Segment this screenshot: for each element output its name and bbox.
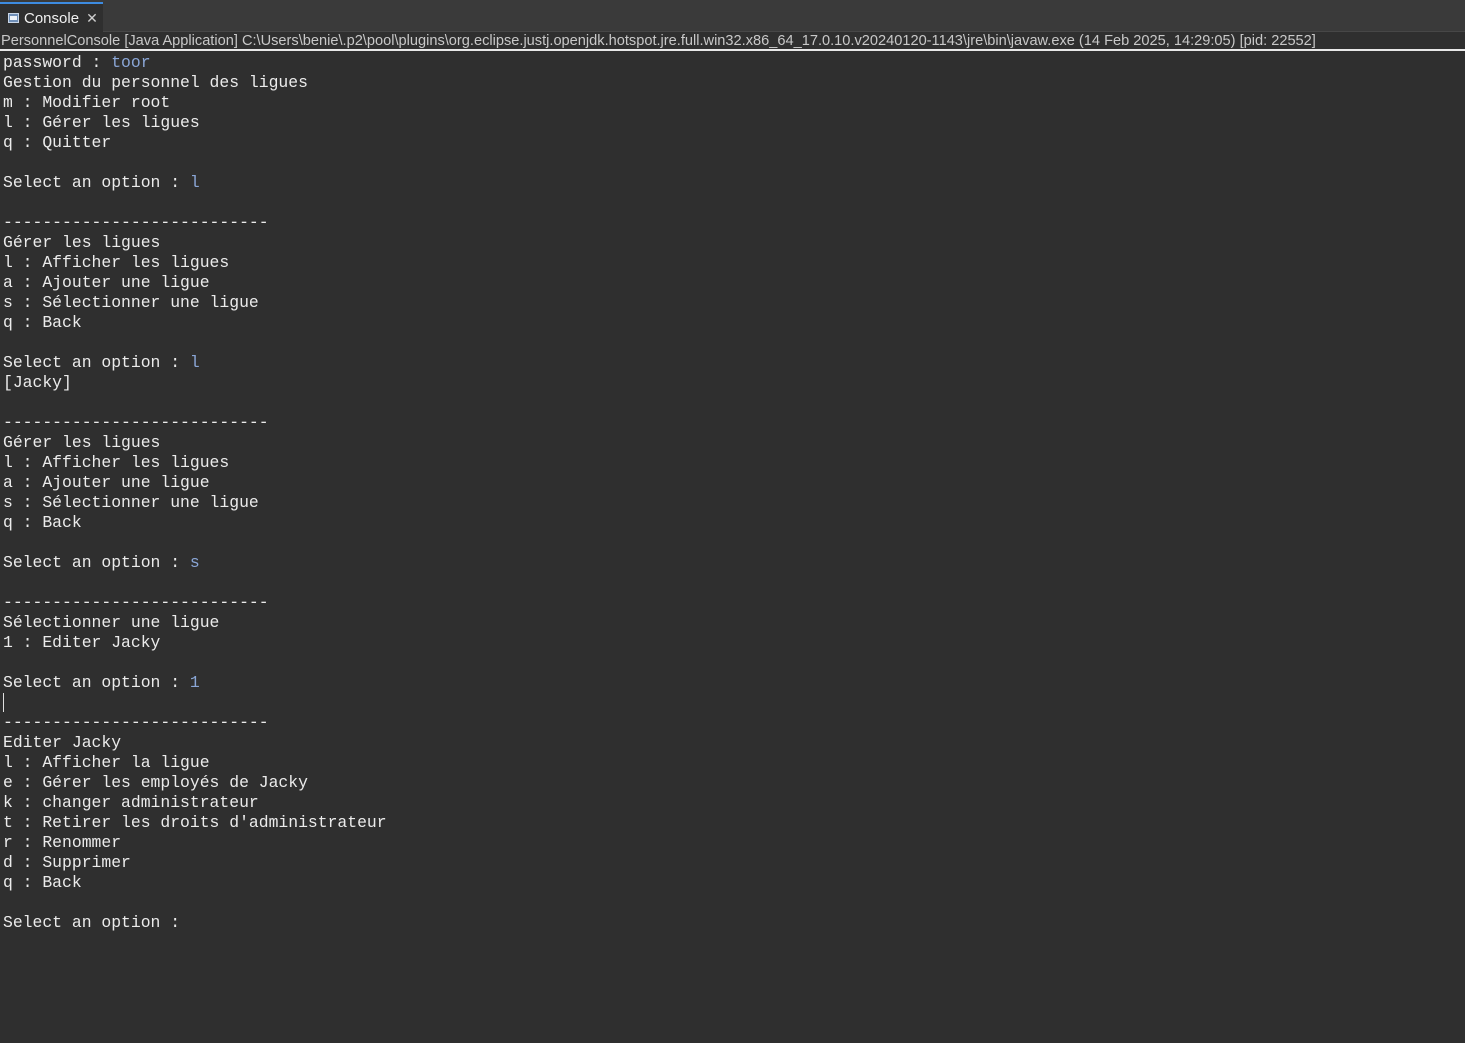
console-line: l : Afficher la ligue bbox=[3, 753, 1463, 773]
console-line: t : Retirer les droits d'administrateur bbox=[3, 813, 1463, 833]
console-line: Select an option : l bbox=[3, 173, 1463, 193]
console-output-text: password : bbox=[3, 53, 112, 72]
tab-console[interactable]: Console ✕ bbox=[0, 2, 103, 32]
console-user-input: l bbox=[189, 353, 200, 372]
console-output-text: q : Back bbox=[3, 873, 82, 892]
console-line: --------------------------- bbox=[3, 593, 1463, 613]
console-output-text: Gestion du personnel des ligues bbox=[3, 73, 308, 92]
console-line: [Jacky] bbox=[3, 373, 1463, 393]
console-line: Sélectionner une ligue bbox=[3, 613, 1463, 633]
console-user-input: l bbox=[189, 173, 200, 192]
console-output-text: [Jacky] bbox=[3, 373, 72, 392]
console-output-text: s : Sélectionner une ligue bbox=[3, 293, 259, 312]
console-line: m : Modifier root bbox=[3, 93, 1463, 113]
console-output-text: l : Afficher la ligue bbox=[3, 753, 210, 772]
console-line: Editer Jacky bbox=[3, 733, 1463, 753]
console-line: a : Ajouter une ligue bbox=[3, 273, 1463, 293]
console-output-text: Select an option : bbox=[3, 173, 190, 192]
console-output-text: r : Renommer bbox=[3, 833, 122, 852]
console-output-text: s : Sélectionner une ligue bbox=[3, 493, 259, 512]
text-caret bbox=[3, 693, 4, 712]
console-output-text: --------------------------- bbox=[3, 713, 269, 732]
console-line: s : Sélectionner une ligue bbox=[3, 493, 1463, 513]
console-output-text: Gérer les ligues bbox=[3, 433, 161, 452]
console-line: s : Sélectionner une ligue bbox=[3, 293, 1463, 313]
console-line: Select an option : bbox=[3, 913, 1463, 933]
console-line: d : Supprimer bbox=[3, 853, 1463, 873]
console-output-text: t : Retirer les droits d'administrateur bbox=[3, 813, 387, 832]
console-line: --------------------------- bbox=[3, 213, 1463, 233]
console-line: l : Afficher les ligues bbox=[3, 253, 1463, 273]
console-line bbox=[3, 693, 1463, 713]
console-output-text: --------------------------- bbox=[3, 213, 269, 232]
console-output-text: --------------------------- bbox=[3, 593, 269, 612]
console-line: Select an option : s bbox=[3, 553, 1463, 573]
console-output-text: k : changer administrateur bbox=[3, 793, 259, 812]
close-icon[interactable]: ✕ bbox=[85, 10, 99, 26]
console-output-text: l : Afficher les ligues bbox=[3, 253, 230, 272]
console-output-text: Gérer les ligues bbox=[3, 233, 161, 252]
console-output-text: l : Afficher les ligues bbox=[3, 453, 230, 472]
console-line: l : Gérer les ligues bbox=[3, 113, 1463, 133]
console-output-text: Select an option : bbox=[3, 353, 190, 372]
console-line: q : Back bbox=[3, 513, 1463, 533]
console-line: k : changer administrateur bbox=[3, 793, 1463, 813]
console-line: Gérer les ligues bbox=[3, 433, 1463, 453]
console-line: l : Afficher les ligues bbox=[3, 453, 1463, 473]
console-output-text: e : Gérer les employés de Jacky bbox=[3, 773, 308, 792]
console-line: q : Back bbox=[3, 313, 1463, 333]
tab-label: Console bbox=[24, 9, 80, 27]
console-line: q : Quitter bbox=[3, 133, 1463, 153]
console-output-text: Sélectionner une ligue bbox=[3, 613, 220, 632]
console-icon bbox=[8, 13, 19, 23]
view-tab-bar: Console ✕ bbox=[0, 0, 1465, 32]
console-output-text: Select an option : bbox=[3, 553, 190, 572]
console-output-text: d : Supprimer bbox=[3, 853, 131, 872]
console-output-text: q : Back bbox=[3, 513, 82, 532]
console-output-text: Editer Jacky bbox=[3, 733, 122, 752]
console-output-text: 1 : Editer Jacky bbox=[3, 633, 161, 652]
console-line: --------------------------- bbox=[3, 413, 1463, 433]
console-line: r : Renommer bbox=[3, 833, 1463, 853]
console-user-input: 1 bbox=[189, 673, 200, 692]
console-line: --------------------------- bbox=[3, 713, 1463, 733]
console-user-input: toor bbox=[111, 53, 151, 72]
console-line: password : toor bbox=[3, 53, 1463, 73]
console-user-input: s bbox=[189, 553, 200, 572]
console-output-text: a : Ajouter une ligue bbox=[3, 273, 210, 292]
console-output-text: l : Gérer les ligues bbox=[3, 113, 200, 132]
console-output-text: --------------------------- bbox=[3, 413, 269, 432]
console-output-text: q : Back bbox=[3, 313, 82, 332]
console-line: e : Gérer les employés de Jacky bbox=[3, 773, 1463, 793]
console-line: q : Back bbox=[3, 873, 1463, 893]
console-output-text: Select an option : bbox=[3, 913, 190, 932]
console-window: Console ✕ PersonnelConsole [Java Applica… bbox=[0, 0, 1465, 1043]
console-line: 1 : Editer Jacky bbox=[3, 633, 1463, 653]
console-output-text: q : Quitter bbox=[3, 133, 112, 152]
console-line: a : Ajouter une ligue bbox=[3, 473, 1463, 493]
console-output[interactable]: password : toor Gestion du personnel des … bbox=[3, 53, 1463, 1041]
console-line: Select an option : l bbox=[3, 353, 1463, 373]
console-line: Select an option : 1 bbox=[3, 673, 1463, 693]
console-output-text: Select an option : bbox=[3, 673, 190, 692]
process-descriptor: PersonnelConsole [Java Application] C:\U… bbox=[0, 32, 1465, 51]
console-line: Gestion du personnel des ligues bbox=[3, 73, 1463, 93]
console-output-text: m : Modifier root bbox=[3, 93, 171, 112]
console-output-text: a : Ajouter une ligue bbox=[3, 473, 210, 492]
console-line: Gérer les ligues bbox=[3, 233, 1463, 253]
